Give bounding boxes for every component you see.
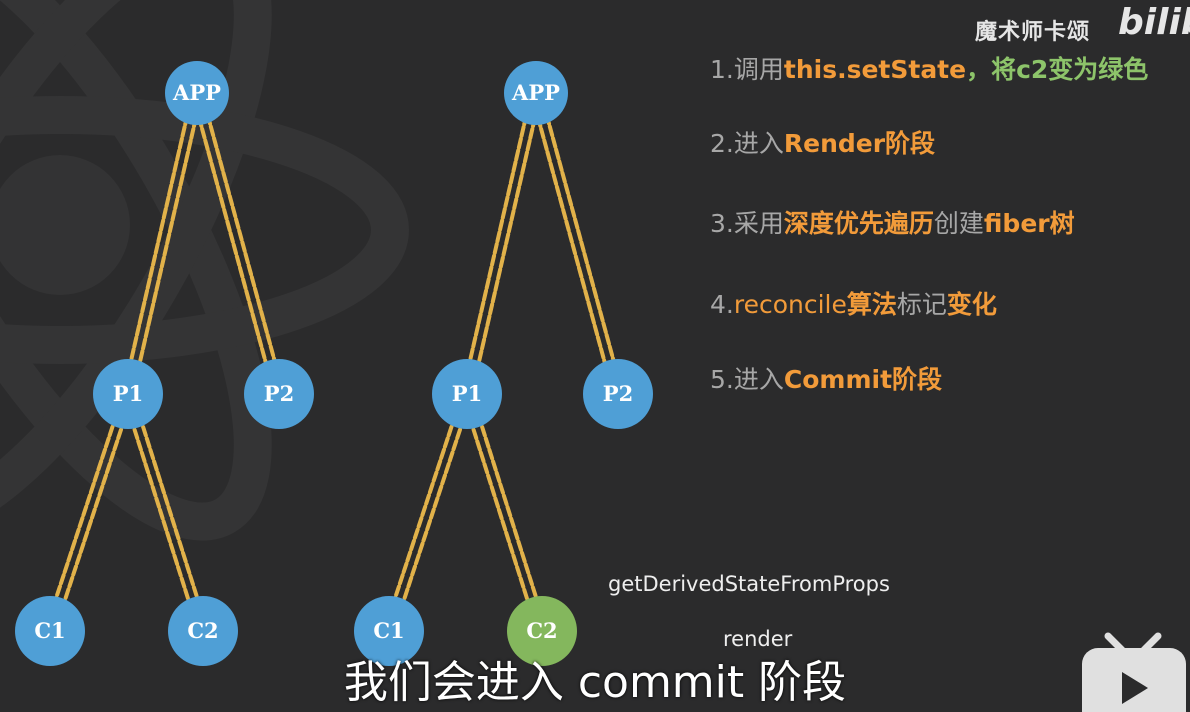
step-5: 5.进入Commit阶段	[710, 360, 942, 396]
step-number: 2.	[710, 129, 734, 158]
node-label-p2: P2	[264, 381, 294, 406]
node-label-p2: P2	[603, 381, 633, 406]
step-text: 调用	[733, 55, 784, 84]
step-text: 变化	[946, 290, 997, 319]
node-label-p1: P1	[113, 381, 143, 406]
step-text: 深度优先遍历	[783, 209, 934, 238]
node-label-c2: C2	[526, 618, 557, 643]
step-text: 采用	[733, 209, 784, 238]
bilibili-tv-icon[interactable]	[1078, 630, 1190, 712]
step-text: 进入	[733, 365, 784, 394]
step-text: Render阶段	[783, 129, 936, 158]
step-text: this.setState	[783, 55, 967, 84]
step-1: 1.调用this.setState，将c2变为绿色	[710, 50, 1148, 86]
step-text: 进入	[733, 129, 784, 158]
edge-p1-c2-1	[460, 393, 540, 635]
step-number: 3.	[710, 209, 734, 238]
step-number: 5.	[710, 365, 734, 394]
step-text: Commit阶段	[783, 365, 943, 394]
diagram-canvas: APP P1 P2 C1 C2 APP P1 P2 C1 C2	[0, 0, 653, 666]
step-text: fiber树	[983, 209, 1075, 238]
step-2: 2.进入Render阶段	[710, 124, 935, 160]
author-watermark: 魔术师卡颂	[975, 20, 1091, 45]
node-label-p1: P1	[452, 381, 482, 406]
node-label-app: APP	[172, 80, 221, 105]
node-label-c1: C1	[34, 618, 65, 643]
node-label-c2: C2	[187, 618, 218, 643]
edge-p1-c2-2	[469, 390, 549, 632]
edge-app-p1-1	[460, 89, 534, 395]
edge-app-p2-2	[538, 89, 625, 395]
bilibili-logo: bilib	[1118, 2, 1190, 43]
lifecycle-getderivedstate: getDerivedStateFromProps	[608, 572, 890, 596]
edge-app-p1-2	[469, 92, 543, 398]
step-text: 创建	[933, 209, 984, 238]
step-text: ，将c2变为绿色	[966, 55, 1149, 84]
node-label-app: APP	[511, 80, 560, 105]
step-text: reconcile	[733, 290, 847, 319]
edge-app-p2-1	[529, 92, 616, 398]
step-number: 1.	[710, 55, 734, 84]
node-label-c1: C1	[373, 618, 404, 643]
step-text: 标记	[896, 290, 947, 319]
step-text: 算法	[846, 290, 897, 319]
react-logo-core-icon	[0, 155, 130, 295]
edge-p1-c1-2	[391, 393, 474, 635]
step-number: 4.	[710, 290, 734, 319]
step-4: 4.reconcile算法标记变化	[710, 285, 997, 321]
edge-p1-c1-1	[382, 390, 465, 632]
step-3: 3.采用深度优先遍历创建fiber树	[710, 204, 1075, 240]
subtitle-caption: 我们会进入 commit 阶段	[343, 657, 847, 708]
